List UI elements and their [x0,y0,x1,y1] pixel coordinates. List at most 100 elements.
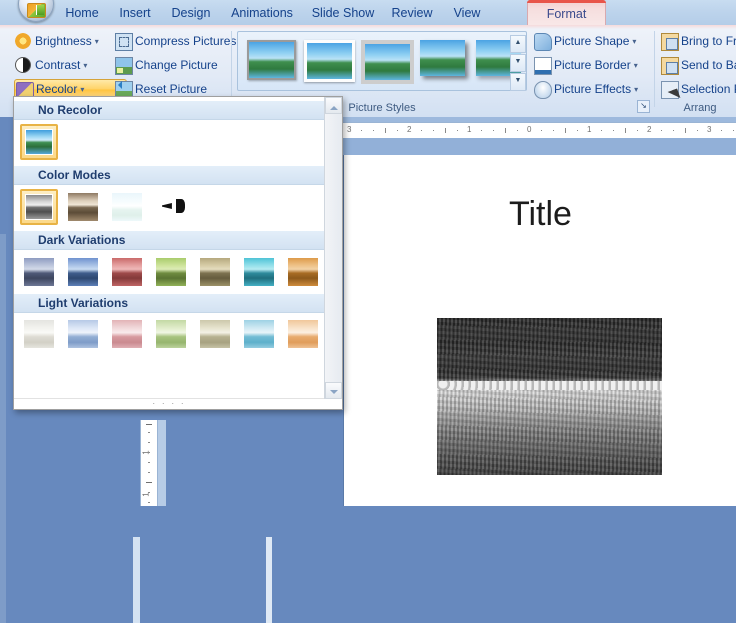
recolor-swatch-sepia[interactable] [64,189,102,225]
send-to-back-button[interactable]: Send to Bac [660,55,736,75]
picture-canopy-band [437,380,662,391]
chevron-down-icon: ▾ [634,84,639,94]
compress-pictures-icon [115,33,133,51]
compress-pictures-button[interactable]: Compress Pictures [114,31,236,51]
vertical-ruler-tick-mark [148,452,150,453]
ruler-tick-label: 1 [587,125,592,134]
chevron-down-icon: ▾ [633,60,638,70]
ruler-tick-mark [673,130,674,131]
workspace-background [166,537,266,623]
picture-style-thumb[interactable] [247,40,296,80]
vertical-ruler[interactable]: 112 [140,420,158,506]
tab-animations[interactable]: Animations [222,0,302,25]
recolor-swatch-washout[interactable] [108,189,146,225]
tab-design[interactable]: Design [163,0,219,25]
change-picture-label: Change Picture [135,58,218,72]
recolor-swatch-dark-accent-2[interactable] [64,254,102,290]
recolor-swatch-light-accent-1[interactable] [20,316,58,352]
recolor-swatch-dark-accent-5[interactable] [196,254,234,290]
recolor-label: Recolor [36,82,78,96]
ribbon-group-picture-format: Picture Shape ▾ Picture Border ▾ Picture E… [533,27,653,115]
reset-picture-label: Reset Picture [135,82,208,96]
recolor-swatch-light-accent-3[interactable] [108,316,146,352]
ruler-tick-mark [553,130,554,131]
brightness-button[interactable]: Brightness ▾ [14,31,99,51]
tab-home[interactable]: Home [56,0,108,25]
recolor-swatch-grayscale[interactable] [20,189,58,225]
vertical-ruler-tick-mark [148,462,150,463]
slide-picture[interactable] [437,318,662,475]
picture-styles-gallery[interactable]: ▲ ▼ ▼ [237,31,527,91]
pane-splitter[interactable] [133,537,140,623]
swatch-preview [288,320,318,348]
swatch-preview [112,258,142,286]
picture-style-thumb[interactable] [361,40,414,84]
chevron-down-icon: ▾ [83,60,88,70]
picture-style-thumb[interactable] [304,40,355,82]
recolor-swatch-dark-accent-7[interactable] [284,254,322,290]
ruler-tick-mark [517,130,518,131]
change-picture-icon [115,57,133,75]
change-picture-button[interactable]: Change Picture [114,55,218,75]
tab-format[interactable]: Format [527,0,606,25]
menu-scroll-down-button[interactable] [325,382,342,399]
ruler-tick-mark [361,130,362,131]
recolor-swatch-light-accent-6[interactable] [240,316,278,352]
picture-border-icon [534,57,552,75]
recolor-swatch-light-accent-4[interactable] [152,316,190,352]
recolor-swatch-no-recolor[interactable] [20,124,58,160]
gallery-more-button[interactable]: ▼ [510,73,526,91]
ruler-tick-mark [457,130,458,131]
recolor-swatch-dark-accent-6[interactable] [240,254,278,290]
recolor-swatch-dark-accent-1[interactable] [20,254,58,290]
ruler-tick-mark [577,130,578,131]
picture-effects-button[interactable]: Picture Effects ▾ [533,79,638,99]
ruler-tick-mark [721,130,722,131]
ruler-tick-mark [685,128,686,133]
tab-review[interactable]: Review [384,0,440,25]
tab-view[interactable]: View [444,0,490,25]
recolor-swatch-black-and-white[interactable] [152,189,190,225]
recolor-swatch-light-accent-5[interactable] [196,316,234,352]
recolor-dropdown-menu[interactable]: No Recolor Color Modes Dark Variations Ligh… [13,96,343,410]
picture-shape-button[interactable]: Picture Shape ▾ [533,31,636,51]
ruler-tick-mark [541,130,542,131]
menu-scrollbar[interactable] [324,97,342,399]
ruler-tick-mark [373,130,374,131]
swatch-preview [68,193,98,221]
recolor-swatch-dark-accent-4[interactable] [152,254,190,290]
picture-shape-icon [534,33,552,51]
picture-effects-icon [534,81,552,99]
recolor-swatch-dark-accent-3[interactable] [108,254,146,290]
picture-style-thumb[interactable] [420,40,465,76]
recolor-swatch-light-accent-7[interactable] [284,316,322,352]
bring-to-front-button[interactable]: Bring to Fro [660,31,736,51]
menu-section-row [14,313,324,355]
gallery-scroll-down-button[interactable]: ▼ [510,54,526,72]
office-button[interactable] [18,0,54,22]
swatch-preview [25,194,53,220]
tab-insert[interactable]: Insert [110,0,160,25]
swatch-preview [112,320,142,348]
swatch-preview [25,129,53,155]
ruler-tick-mark [385,128,386,133]
recolor-swatch-light-accent-2[interactable] [64,316,102,352]
menu-resize-grip[interactable]: · · · · [14,398,324,409]
brightness-label: Brightness [35,34,92,48]
slide-canvas[interactable]: Title [343,155,736,506]
compress-pictures-label: Compress Pictures [135,34,237,48]
ruler-tick-mark [733,130,734,131]
slide-title-text[interactable]: Title [344,195,736,234]
picture-styles-dialog-launcher[interactable]: ↘ [637,100,650,113]
horizontal-ruler[interactable]: 3 2 1 0 1 2 3 [330,122,736,139]
selection-pane-button[interactable]: Selection Pa [660,79,736,99]
menu-section-header: Dark Variations [14,231,324,250]
ruler-tick-mark [505,128,506,133]
picture-border-label: Picture Border [554,58,631,72]
swatch-preview [24,258,54,286]
tab-slide-show[interactable]: Slide Show [305,0,381,25]
contrast-button[interactable]: Contrast ▾ [14,55,87,75]
picture-border-button[interactable]: Picture Border ▾ [533,55,638,75]
menu-scroll-up-button[interactable] [325,97,342,114]
gallery-scroll-up-button[interactable]: ▲ [510,35,526,53]
